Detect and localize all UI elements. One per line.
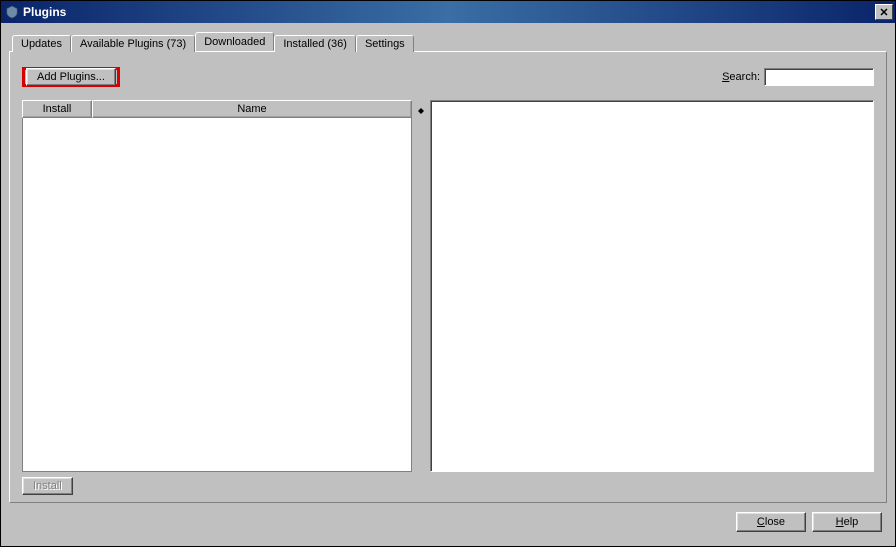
window-title: Plugins [23,5,66,19]
content-row: Install Name [22,100,874,472]
install-button[interactable]: Install [22,477,73,495]
tab-installed[interactable]: Installed (36) [274,35,356,52]
details-pane [430,100,874,472]
search-input[interactable] [764,68,874,86]
plugins-window: Plugins ✕ Updates Available Plugins (73)… [0,0,896,547]
close-button[interactable]: Close [736,512,806,532]
tab-updates[interactable]: Updates [12,35,71,52]
column-install[interactable]: Install [22,100,92,118]
panel-top-row: Add Plugins... Search: [22,62,874,92]
plugins-table: Install Name [22,100,412,472]
dialog-buttons: Close Help [6,503,890,541]
tab-available-plugins[interactable]: Available Plugins (73) [71,35,195,52]
window-close-button[interactable]: ✕ [875,4,893,20]
table-body[interactable] [22,118,412,472]
tab-panel-downloaded: Add Plugins... Search: Install Name [9,51,887,503]
app-icon [5,5,19,19]
search-wrap: Search: [722,68,874,86]
tabs: Updates Available Plugins (73) Downloade… [6,31,890,51]
help-button[interactable]: Help [812,512,882,532]
add-plugins-highlight: Add Plugins... [22,67,120,87]
titlebar-left: Plugins [5,5,66,19]
install-row: Install [22,480,874,492]
close-icon: ✕ [879,6,888,19]
table-header: Install Name [22,100,412,118]
tab-settings[interactable]: Settings [356,35,414,52]
splitter-handle-icon [418,106,424,116]
client-area: Updates Available Plugins (73) Downloade… [1,23,895,546]
add-plugins-button[interactable]: Add Plugins... [26,68,116,86]
search-label: Search: [722,71,760,83]
splitter[interactable] [418,100,424,472]
titlebar: Plugins ✕ [1,1,895,23]
tab-downloaded[interactable]: Downloaded [195,32,274,51]
column-name[interactable]: Name [92,100,412,118]
